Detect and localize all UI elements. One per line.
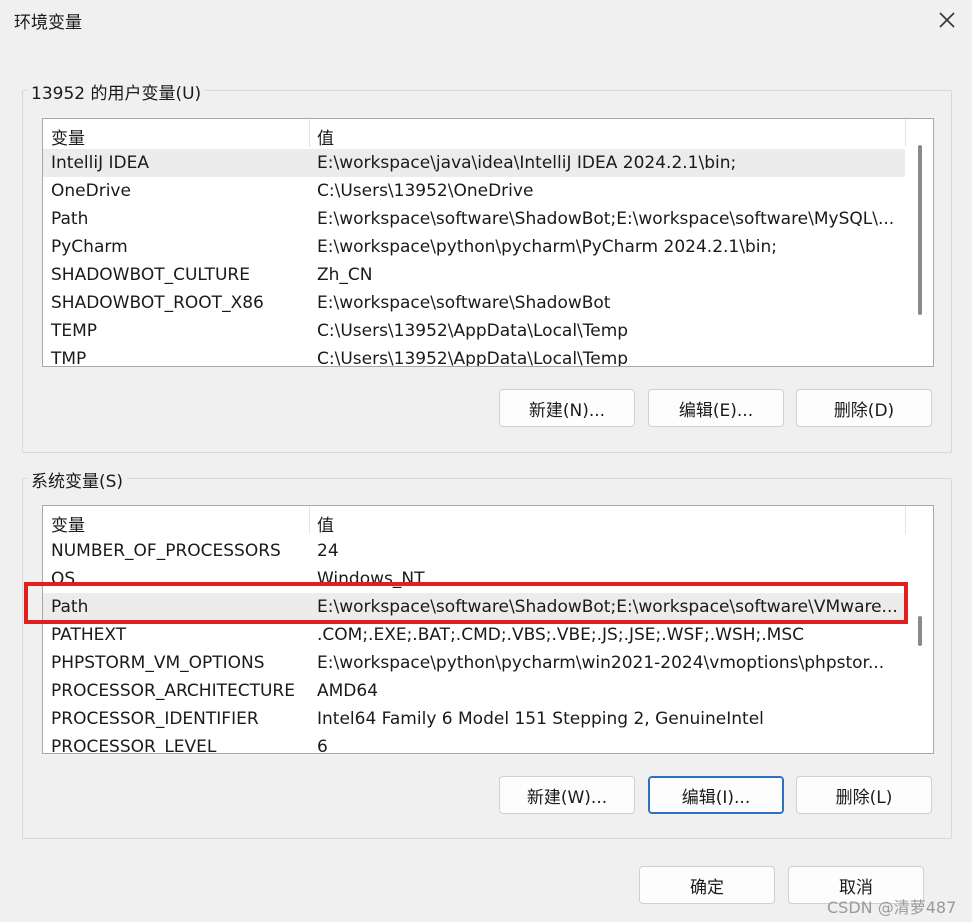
system-var-row-processor-level[interactable]: PROCESSOR_LEVEL 6 xyxy=(43,733,905,754)
user-var-row-shadowbot-culture[interactable]: SHADOWBOT_CULTURE Zh_CN xyxy=(43,261,905,289)
list-header: 变量 值 xyxy=(43,119,906,149)
var-name: TEMP xyxy=(51,321,98,341)
system-var-row-pathext[interactable]: PATHEXT .COM;.EXE;.BAT;.CMD;.VBS;.VBE;.J… xyxy=(43,621,905,649)
user-new-button[interactable]: 新建(N)... xyxy=(499,389,635,427)
var-value: C:\Users\13952\AppData\Local\Temp xyxy=(317,349,629,367)
user-variables-list[interactable]: 变量 值 IntelliJ IDEA E:\workspace\java\ide… xyxy=(42,118,934,367)
user-list-scrollbar[interactable] xyxy=(909,119,929,366)
var-name: PATHEXT xyxy=(51,625,127,645)
system-delete-button[interactable]: 删除(L) xyxy=(796,776,932,814)
user-var-row-temp[interactable]: TEMP C:\Users\13952\AppData\Local\Temp xyxy=(43,317,905,345)
var-name: IntelliJ IDEA xyxy=(51,153,149,173)
user-var-row-path[interactable]: Path E:\workspace\software\ShadowBot;E:\… xyxy=(43,205,905,233)
var-name: PHPSTORM_VM_OPTIONS xyxy=(51,653,265,673)
var-name: PyCharm xyxy=(51,237,128,257)
system-edit-button[interactable]: 编辑(I)... xyxy=(648,776,784,814)
var-name: PROCESSOR_IDENTIFIER xyxy=(51,709,259,729)
system-variables-list[interactable]: 变量 值 NUMBER_OF_PROCESSORS 24 OS Windows_… xyxy=(42,505,934,754)
user-delete-button[interactable]: 删除(D) xyxy=(796,389,932,427)
column-header-value[interactable]: 值 xyxy=(317,511,334,536)
var-value: .COM;.EXE;.BAT;.CMD;.VBS;.VBE;.JS;.JSE;.… xyxy=(317,625,805,645)
var-value: AMD64 xyxy=(317,681,379,701)
user-var-row-pycharm[interactable]: PyCharm E:\workspace\python\pycharm\PyCh… xyxy=(43,233,905,261)
list-header: 变量 值 xyxy=(43,506,906,536)
var-value: C:\Users\13952\AppData\Local\Temp xyxy=(317,321,629,341)
var-value: E:\workspace\java\idea\IntelliJ IDEA 202… xyxy=(317,153,737,173)
user-var-row-onedrive[interactable]: OneDrive C:\Users\13952\OneDrive xyxy=(43,177,905,205)
var-value: Intel64 Family 6 Model 151 Stepping 2, G… xyxy=(317,709,764,729)
user-var-row-shadowbot-root[interactable]: SHADOWBOT_ROOT_X86 E:\workspace\software… xyxy=(43,289,905,317)
var-name: TMP xyxy=(51,349,87,367)
scroll-thumb[interactable] xyxy=(918,145,922,315)
var-value: E:\workspace\python\pycharm\win2021-2024… xyxy=(317,653,885,673)
var-value: C:\Users\13952\OneDrive xyxy=(317,181,534,201)
user-var-row-intellij[interactable]: IntelliJ IDEA E:\workspace\java\idea\Int… xyxy=(43,149,905,177)
var-name: OneDrive xyxy=(51,181,131,201)
column-header-name[interactable]: 变量 xyxy=(51,511,85,536)
ok-button[interactable]: 确定 xyxy=(639,866,775,904)
var-value: 6 xyxy=(317,737,328,754)
system-var-row-processor-architecture[interactable]: PROCESSOR_ARCHITECTURE AMD64 xyxy=(43,677,905,705)
system-variables-label: 系统变量(S) xyxy=(27,467,128,492)
system-var-row-number-of-processors[interactable]: NUMBER_OF_PROCESSORS 24 xyxy=(43,537,905,565)
var-name: Path xyxy=(51,209,89,229)
window-title: 环境变量 xyxy=(14,13,82,33)
var-name: NUMBER_OF_PROCESSORS xyxy=(51,541,281,561)
var-value: E:\workspace\software\ShadowBot;E:\works… xyxy=(317,209,895,229)
user-edit-button[interactable]: 编辑(E)... xyxy=(648,389,784,427)
user-variables-label: 13952 的用户变量(U) xyxy=(27,79,206,104)
close-icon[interactable] xyxy=(932,6,962,34)
system-var-row-processor-identifier[interactable]: PROCESSOR_IDENTIFIER Intel64 Family 6 Mo… xyxy=(43,705,905,733)
watermark: CSDN @清萝487 xyxy=(827,898,957,917)
column-header-name[interactable]: 变量 xyxy=(51,124,85,149)
column-header-value[interactable]: 值 xyxy=(317,124,334,149)
var-name: PROCESSOR_ARCHITECTURE xyxy=(51,681,295,701)
highlight-annotation xyxy=(24,582,908,624)
var-name: SHADOWBOT_CULTURE xyxy=(51,265,250,285)
var-name: PROCESSOR_LEVEL xyxy=(51,737,217,754)
user-var-row-tmp[interactable]: TMP C:\Users\13952\AppData\Local\Temp xyxy=(43,345,905,367)
var-value: 24 xyxy=(317,541,339,561)
var-name: SHADOWBOT_ROOT_X86 xyxy=(51,293,264,313)
system-var-row-phpstorm-vm-options[interactable]: PHPSTORM_VM_OPTIONS E:\workspace\python\… xyxy=(43,649,905,677)
var-value: E:\workspace\software\ShadowBot xyxy=(317,293,611,313)
var-value: E:\workspace\python\pycharm\PyCharm 2024… xyxy=(317,237,777,257)
scroll-thumb[interactable] xyxy=(918,616,922,646)
var-value: Zh_CN xyxy=(317,265,373,285)
system-new-button[interactable]: 新建(W)... xyxy=(499,776,635,814)
system-list-scrollbar[interactable] xyxy=(909,506,929,753)
